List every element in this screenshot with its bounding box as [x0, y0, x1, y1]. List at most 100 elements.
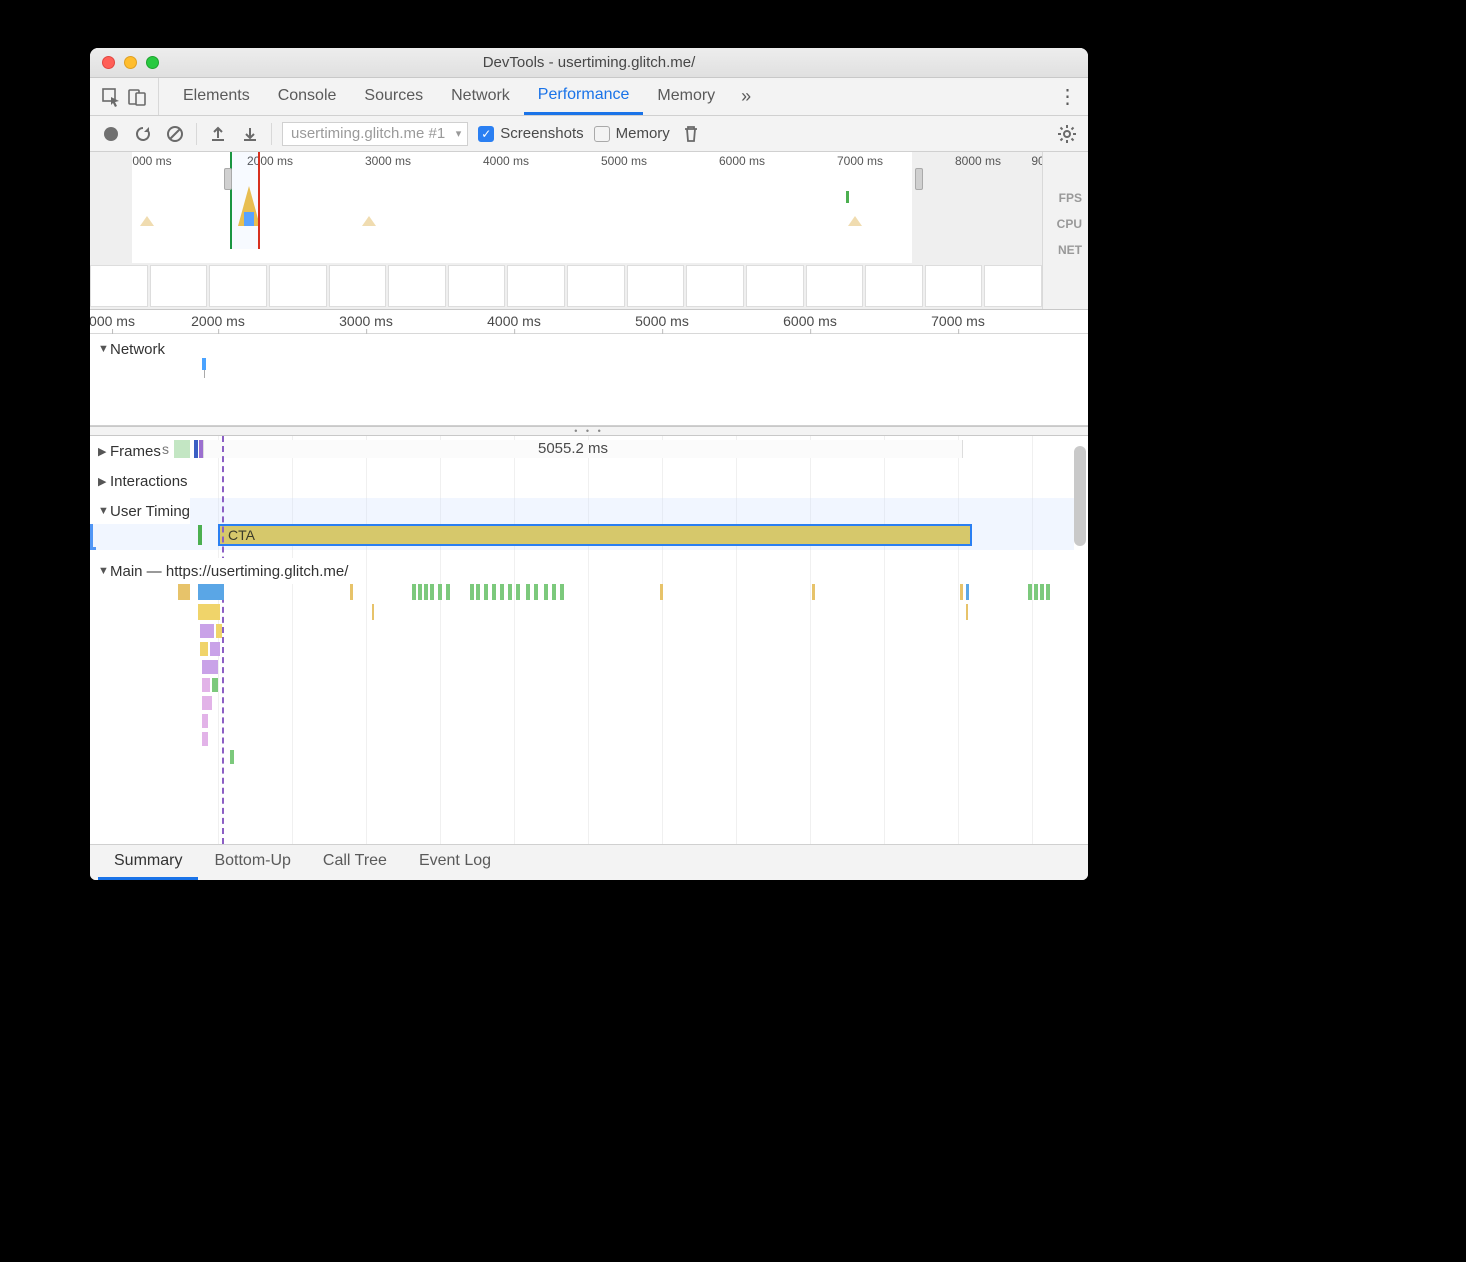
- task-bar[interactable]: [660, 584, 663, 600]
- task-bar[interactable]: [560, 584, 564, 600]
- clear-icon[interactable]: [164, 123, 186, 145]
- filmstrip-frame[interactable]: [865, 265, 923, 307]
- task-bar[interactable]: [1034, 584, 1038, 600]
- task-bar[interactable]: [960, 584, 963, 600]
- filmstrip-frame[interactable]: [329, 265, 387, 307]
- task-bar[interactable]: [430, 584, 434, 600]
- memory-checkbox[interactable]: Memory: [594, 125, 670, 142]
- kebab-menu-icon[interactable]: ⋮: [1054, 84, 1082, 109]
- filmstrip-frame[interactable]: [746, 265, 804, 307]
- summary-tab-bottom-up[interactable]: Bottom-Up: [198, 845, 306, 880]
- overview-panel[interactable]: 000 ms 2000 ms 3000 ms 4000 ms 5000 ms 6…: [90, 152, 1088, 310]
- task-bar[interactable]: [446, 584, 450, 600]
- task-bar[interactable]: [200, 624, 214, 638]
- task-bar[interactable]: [1028, 584, 1032, 600]
- task-bar[interactable]: [210, 642, 220, 656]
- task-bar[interactable]: [202, 696, 212, 710]
- task-bar[interactable]: [202, 732, 208, 746]
- filmstrip-frame[interactable]: [567, 265, 625, 307]
- task-bar[interactable]: [438, 584, 442, 600]
- task-bar[interactable]: [500, 584, 504, 600]
- collapse-arrow-icon[interactable]: ▼: [98, 505, 110, 517]
- filmstrip-frame[interactable]: [209, 265, 267, 307]
- task-bar[interactable]: [202, 660, 218, 674]
- task-bar[interactable]: [534, 584, 538, 600]
- filmstrip-frame[interactable]: [269, 265, 327, 307]
- panel-splitter[interactable]: • • •: [90, 426, 1088, 436]
- tab-memory[interactable]: Memory: [643, 78, 729, 115]
- tab-console[interactable]: Console: [264, 78, 351, 115]
- collapse-arrow-icon[interactable]: ▼: [98, 343, 110, 355]
- task-bar[interactable]: [412, 584, 416, 600]
- task-bar[interactable]: [216, 624, 222, 638]
- flamechart-ruler[interactable]: 000 ms 2000 ms 3000 ms 4000 ms 5000 ms 6…: [90, 310, 1088, 334]
- tab-performance[interactable]: Performance: [524, 78, 644, 115]
- record-icon[interactable]: [100, 123, 122, 145]
- task-bar[interactable]: [1040, 584, 1044, 600]
- load-profile-icon[interactable]: [207, 123, 229, 145]
- expand-arrow-icon[interactable]: ▶: [98, 445, 110, 458]
- task-bar[interactable]: [476, 584, 480, 600]
- filmstrip[interactable]: [90, 263, 1042, 309]
- recording-select[interactable]: usertiming.glitch.me #1: [282, 122, 468, 146]
- overview-handle-left[interactable]: [224, 168, 232, 190]
- tab-network[interactable]: Network: [437, 78, 524, 115]
- task-bar[interactable]: [470, 584, 474, 600]
- task-bar[interactable]: [966, 584, 969, 600]
- save-profile-icon[interactable]: [239, 123, 261, 145]
- task-bar[interactable]: [198, 604, 220, 620]
- filmstrip-frame[interactable]: [448, 265, 506, 307]
- collapse-arrow-icon[interactable]: ▼: [98, 565, 110, 577]
- summary-tab-summary[interactable]: Summary: [98, 845, 198, 880]
- flamechart-pane[interactable]: ▶ Frames s 5055.2 ms ▶ Interactions ▼ Us…: [90, 436, 1088, 844]
- expand-arrow-icon[interactable]: ▶: [98, 475, 110, 488]
- task-bar[interactable]: [516, 584, 520, 600]
- device-toggle-icon[interactable]: [126, 86, 148, 108]
- user-timing-measure-cta[interactable]: CTA: [218, 524, 972, 546]
- filmstrip-frame[interactable]: [388, 265, 446, 307]
- task-bar[interactable]: [202, 714, 208, 728]
- filmstrip-frame[interactable]: [507, 265, 565, 307]
- task-bar[interactable]: [230, 750, 234, 764]
- flamechart-scrollbar[interactable]: [1074, 446, 1086, 546]
- overview-selection[interactable]: [230, 152, 260, 249]
- task-bar[interactable]: [526, 584, 530, 600]
- task-bar[interactable]: [1046, 584, 1050, 600]
- task-bar[interactable]: [372, 604, 374, 620]
- screenshots-checkbox[interactable]: ✓ Screenshots: [478, 125, 583, 142]
- task-bar[interactable]: [484, 584, 488, 600]
- task-bar[interactable]: [350, 584, 353, 600]
- tab-sources[interactable]: Sources: [350, 78, 437, 115]
- filmstrip-frame[interactable]: [627, 265, 685, 307]
- task-bar[interactable]: [508, 584, 512, 600]
- filmstrip-frame[interactable]: [686, 265, 744, 307]
- trash-icon[interactable]: [680, 123, 702, 145]
- inspect-element-icon[interactable]: [100, 86, 122, 108]
- task-bar[interactable]: [552, 584, 556, 600]
- task-bar[interactable]: [202, 678, 210, 692]
- filmstrip-frame[interactable]: [150, 265, 208, 307]
- task-bar[interactable]: [198, 584, 224, 600]
- task-bar[interactable]: [212, 678, 218, 692]
- filmstrip-frame[interactable]: [806, 265, 864, 307]
- tab-elements[interactable]: Elements: [169, 78, 264, 115]
- network-event[interactable]: [202, 358, 206, 370]
- task-bar[interactable]: [966, 604, 968, 620]
- network-track[interactable]: ▼ Network: [90, 334, 1088, 426]
- more-tabs-button[interactable]: »: [729, 78, 763, 115]
- task-bar[interactable]: [812, 584, 815, 600]
- frame-segment[interactable]: [174, 440, 190, 458]
- user-timing-mark[interactable]: [198, 525, 202, 545]
- settings-gear-icon[interactable]: [1056, 123, 1078, 145]
- summary-tab-call-tree[interactable]: Call Tree: [307, 845, 403, 880]
- task-bar[interactable]: [418, 584, 422, 600]
- task-bar[interactable]: [492, 584, 496, 600]
- reload-record-icon[interactable]: [132, 123, 154, 145]
- filmstrip-frame[interactable]: [925, 265, 983, 307]
- filmstrip-frame[interactable]: [984, 265, 1042, 307]
- task-bar[interactable]: [200, 642, 208, 656]
- task-bar[interactable]: [544, 584, 548, 600]
- overview-handle-right[interactable]: [915, 168, 923, 190]
- task-bar[interactable]: [424, 584, 428, 600]
- filmstrip-frame[interactable]: [90, 265, 148, 307]
